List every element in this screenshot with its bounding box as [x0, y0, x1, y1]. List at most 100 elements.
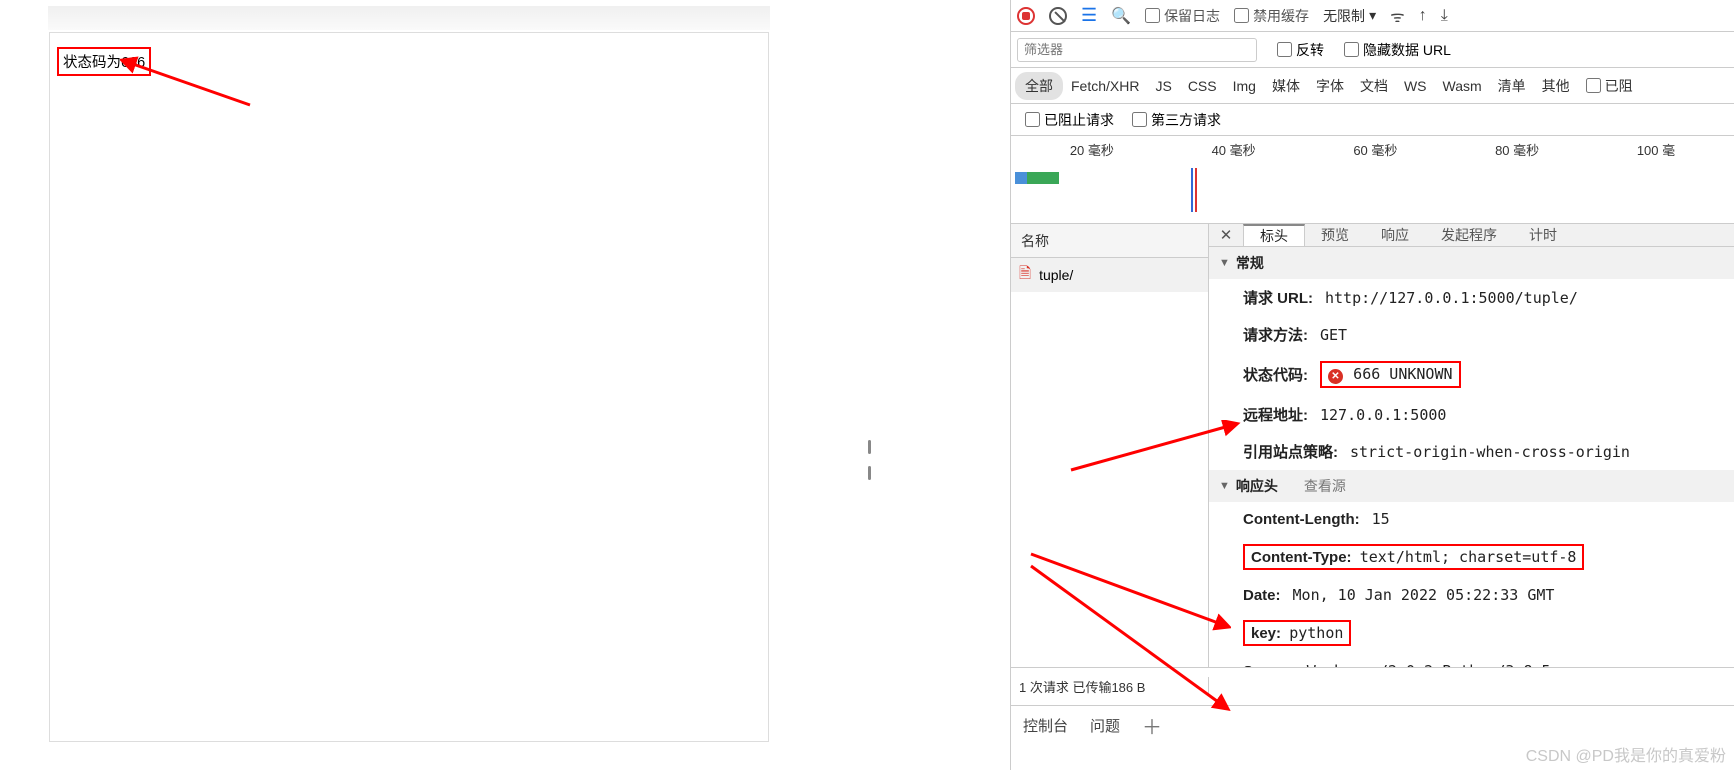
name-column-header[interactable]: 名称 — [1011, 224, 1208, 258]
search-icon[interactable]: 🔍 — [1111, 6, 1131, 26]
chevron-down-icon: ▼ — [1219, 257, 1230, 269]
filter-blocked[interactable]: 已阻 — [1586, 76, 1633, 96]
hide-data-url-check[interactable]: 隐藏数据 URL — [1344, 40, 1451, 60]
resp-server-value: Werkzeug/2.0.2 Python/3.8.5 — [1307, 662, 1551, 667]
preserve-log-label: 保留日志 — [1164, 6, 1220, 26]
filter-img[interactable]: Img — [1233, 78, 1256, 94]
filter-other[interactable]: 其他 — [1542, 76, 1570, 96]
resp-date-value: Mon, 10 Jan 2022 05:22:33 GMT — [1293, 586, 1555, 604]
watermark: CSDN @PD我是你的真爱粉 — [1526, 742, 1726, 766]
tab-headers[interactable]: 标头 — [1243, 224, 1305, 246]
resp-ct-value: text/html; charset=utf-8 — [1360, 548, 1577, 566]
wifi-icon[interactable]: ᯤ — [1390, 5, 1405, 27]
third-party-label: 第三方请求 — [1151, 110, 1221, 130]
filter-doc[interactable]: 文档 — [1360, 76, 1388, 96]
disable-cache-label: 禁用缓存 — [1253, 6, 1309, 26]
split-handle[interactable] — [868, 440, 876, 480]
network-toolbar: ☰ 🔍 保留日志 禁用缓存 无限制 ▾ ᯤ ↑ ⤓ — [1011, 0, 1734, 32]
filter-toggle-icon[interactable]: ☰ — [1081, 5, 1097, 26]
general-remote: 远程地址:127.0.0.1:5000 — [1209, 396, 1734, 433]
disable-cache-check[interactable]: 禁用缓存 — [1234, 6, 1309, 26]
close-detail-icon[interactable]: ✕ — [1209, 224, 1243, 246]
record-icon[interactable] — [1017, 7, 1035, 25]
tab-preview[interactable]: 预览 — [1305, 224, 1365, 246]
section-response-headers[interactable]: ▼ 响应头 查看源 — [1209, 470, 1734, 502]
tl-40: 40 毫秒 — [1212, 140, 1256, 159]
timeline-dom-marker — [1195, 168, 1197, 212]
clear-icon[interactable] — [1049, 7, 1067, 25]
blocked-req-check[interactable]: 已阻止请求 — [1025, 110, 1114, 130]
file-icon: 🗎 — [1019, 263, 1031, 288]
resp-key: key: python — [1209, 612, 1734, 654]
drawer-tabs: 控制台 问题 ＋ — [1011, 706, 1734, 744]
name-column: 名称 🗎 tuple/ — [1011, 224, 1209, 667]
download-icon[interactable]: ⤓ — [1441, 7, 1448, 25]
filter-css[interactable]: CSS — [1188, 78, 1217, 94]
timeline-load-marker — [1191, 168, 1193, 212]
status-bar: 1 次请求 已传输186 B — [1011, 668, 1734, 706]
extra-filter-row: 已阻止请求 第三方请求 — [1011, 104, 1734, 136]
browser-viewport: 状态码为666 — [0, 0, 906, 770]
general-url-value: http://127.0.0.1:5000/tuple/ — [1325, 289, 1578, 307]
filter-all[interactable]: 全部 — [1015, 72, 1063, 100]
chevron-down-icon: ▾ — [1369, 7, 1376, 24]
section-general[interactable]: ▼ 常规 — [1209, 247, 1734, 279]
request-grid: 名称 🗎 tuple/ ✕ 标头 预览 响应 发起程序 计时 ▼ 常规 请求 UR… — [1011, 224, 1734, 668]
filter-fetch[interactable]: Fetch/XHR — [1071, 78, 1139, 94]
rendered-page[interactable]: 状态码为666 — [49, 32, 769, 742]
filter-font[interactable]: 字体 — [1316, 76, 1344, 96]
add-tab-icon[interactable]: ＋ — [1142, 711, 1162, 740]
throttle-label: 无限制 — [1323, 6, 1365, 26]
timeline[interactable]: 20 毫秒 40 毫秒 60 毫秒 80 毫秒 100 毫 — [1011, 136, 1734, 224]
upload-icon[interactable]: ↑ — [1419, 7, 1427, 25]
general-status: 状态代码: ✕ 666 UNKNOWN — [1209, 353, 1734, 396]
status-code-box: ✕ 666 UNKNOWN — [1320, 361, 1461, 388]
section-general-label: 常规 — [1236, 253, 1264, 273]
tab-initiator[interactable]: 发起程序 — [1425, 224, 1513, 246]
preserve-log-check[interactable]: 保留日志 — [1145, 6, 1220, 26]
tab-console[interactable]: 控制台 — [1023, 715, 1068, 736]
resp-cl-value: 15 — [1372, 510, 1390, 528]
throttle-select[interactable]: 无限制 ▾ — [1323, 6, 1376, 26]
timeline-bar — [1015, 172, 1059, 184]
tl-100: 100 毫 — [1637, 140, 1675, 159]
request-row-tuple[interactable]: 🗎 tuple/ — [1011, 258, 1208, 292]
general-referrer-value: strict-origin-when-cross-origin — [1350, 443, 1630, 461]
general-url: 请求 URL:http://127.0.0.1:5000/tuple/ — [1209, 279, 1734, 316]
filter-ws[interactable]: WS — [1404, 78, 1427, 94]
tab-timing[interactable]: 计时 — [1513, 224, 1573, 246]
type-filter-row: 全部 Fetch/XHR JS CSS Img 媒体 字体 文档 WS Wasm… — [1011, 68, 1734, 104]
resp-date: Date:Mon, 10 Jan 2022 05:22:33 GMT — [1209, 578, 1734, 612]
tl-20: 20 毫秒 — [1070, 140, 1114, 159]
view-source-link[interactable]: 查看源 — [1304, 476, 1346, 496]
resp-content-type: Content-Type: text/html; charset=utf-8 — [1209, 536, 1734, 578]
resp-content-length: Content-Length:15 — [1209, 502, 1734, 536]
filter-row: 反转 隐藏数据 URL — [1011, 32, 1734, 68]
devtools-panel: ☰ 🔍 保留日志 禁用缓存 无限制 ▾ ᯤ ↑ ⤓ 反转 隐藏数据 URL 全部… — [1010, 0, 1734, 770]
filter-manifest[interactable]: 清单 — [1498, 76, 1526, 96]
general-status-value: 666 UNKNOWN — [1353, 365, 1452, 383]
tl-60: 60 毫秒 — [1353, 140, 1397, 159]
timeline-labels: 20 毫秒 40 毫秒 60 毫秒 80 毫秒 100 毫 — [1011, 136, 1734, 163]
tab-response[interactable]: 响应 — [1365, 224, 1425, 246]
section-resp-label: 响应头 — [1236, 476, 1278, 496]
page-status-text: 状态码为666 — [57, 47, 151, 76]
resp-key-value: python — [1289, 624, 1343, 642]
invert-check[interactable]: 反转 — [1277, 40, 1324, 60]
invert-label: 反转 — [1296, 40, 1324, 60]
filter-js[interactable]: JS — [1155, 78, 1171, 94]
hide-data-url-label: 隐藏数据 URL — [1363, 40, 1451, 60]
detail-panel: ✕ 标头 预览 响应 发起程序 计时 ▼ 常规 请求 URL:http://127… — [1209, 224, 1734, 667]
third-party-check[interactable]: 第三方请求 — [1132, 110, 1221, 130]
status-summary: 1 次请求 已传输186 B — [1011, 677, 1209, 696]
detail-tabs: ✕ 标头 预览 响应 发起程序 计时 — [1209, 224, 1734, 247]
resp-server: Server:Werkzeug/2.0.2 Python/3.8.5 — [1209, 654, 1734, 667]
request-name: tuple/ — [1039, 267, 1073, 283]
filter-wasm[interactable]: Wasm — [1443, 78, 1482, 94]
page-shadow — [48, 6, 770, 30]
filter-media[interactable]: 媒体 — [1272, 76, 1300, 96]
filter-input[interactable] — [1017, 38, 1257, 62]
general-method: 请求方法:GET — [1209, 316, 1734, 353]
tab-issues[interactable]: 问题 — [1090, 715, 1120, 736]
chevron-down-icon: ▼ — [1219, 480, 1230, 492]
